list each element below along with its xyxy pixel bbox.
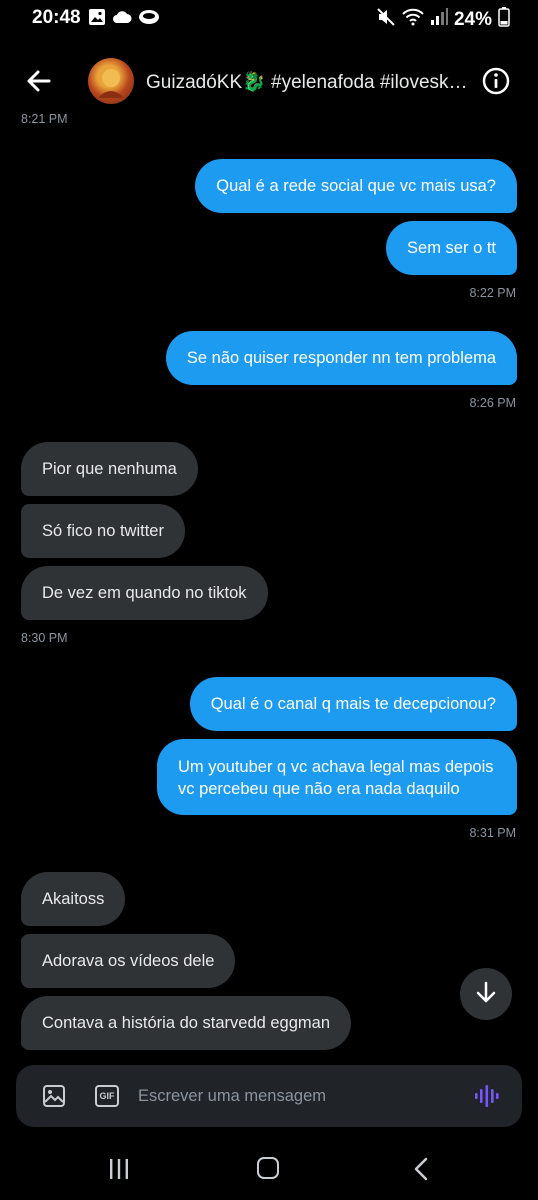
voice-message-icon[interactable] [474,1083,500,1114]
system-navigation-bar [0,1140,538,1200]
wifi-icon [402,8,424,31]
outgoing-message[interactable]: Qual é o canal q mais te decepcionou? [189,677,517,731]
battery-percent: 24% [453,8,492,30]
gallery-icon [88,8,106,31]
info-icon [482,67,510,99]
incoming-message[interactable]: Só fico no twitter [21,504,185,558]
recents-icon[interactable] [108,1158,130,1185]
message-timestamp: 8:26 PM [469,396,516,410]
outgoing-message[interactable]: Um youtuber q vc achava legal mas depois… [157,739,517,815]
incoming-message[interactable]: De vez em quando no tiktok [21,566,268,620]
message-input[interactable] [138,1083,458,1109]
arrow-down-icon [474,980,498,1009]
conversation-header: GuizadóKK🐉 #yelenafoda #iloveskyl... [0,50,538,112]
chevron-left-icon[interactable] [412,1157,430,1186]
mute-icon [376,7,396,32]
status-bar: 20:48 24% [0,0,538,38]
cloud-icon [112,9,132,30]
arrow-left-icon [24,70,54,100]
outgoing-message[interactable]: Se não quiser responder nn tem problema [165,331,517,385]
back-button[interactable] [24,64,60,98]
message-timestamp: 8:30 PM [21,631,68,645]
info-button[interactable] [482,67,510,95]
gif-button[interactable]: GIF [95,1085,119,1107]
home-icon[interactable] [257,1157,279,1179]
scroll-to-bottom-button[interactable] [460,968,512,1020]
image-icon[interactable] [42,1084,66,1113]
outgoing-message[interactable]: Sem ser o tt [386,221,517,275]
message-timestamp: 8:31 PM [469,826,516,840]
message-timestamp: 8:21 PM [21,112,68,126]
avatar[interactable] [88,58,134,104]
status-time: 20:48 [32,7,81,28]
battery-icon [498,7,510,32]
incoming-message[interactable]: Akaitoss [21,872,126,926]
outgoing-message[interactable]: Qual é a rede social que vc mais usa? [195,159,517,213]
chat-title[interactable]: GuizadóKK🐉 #yelenafoda #iloveskyl... [146,70,476,94]
signal-icon [430,8,448,31]
message-composer: GIF [16,1065,522,1127]
incoming-message[interactable]: Pior que nenhuma [21,442,198,496]
coin-icon [138,8,160,31]
incoming-message[interactable]: Contava a história do starvedd eggman [21,996,352,1050]
message-timestamp: 8:22 PM [469,286,516,300]
incoming-message[interactable]: Adorava os vídeos dele [21,934,236,988]
